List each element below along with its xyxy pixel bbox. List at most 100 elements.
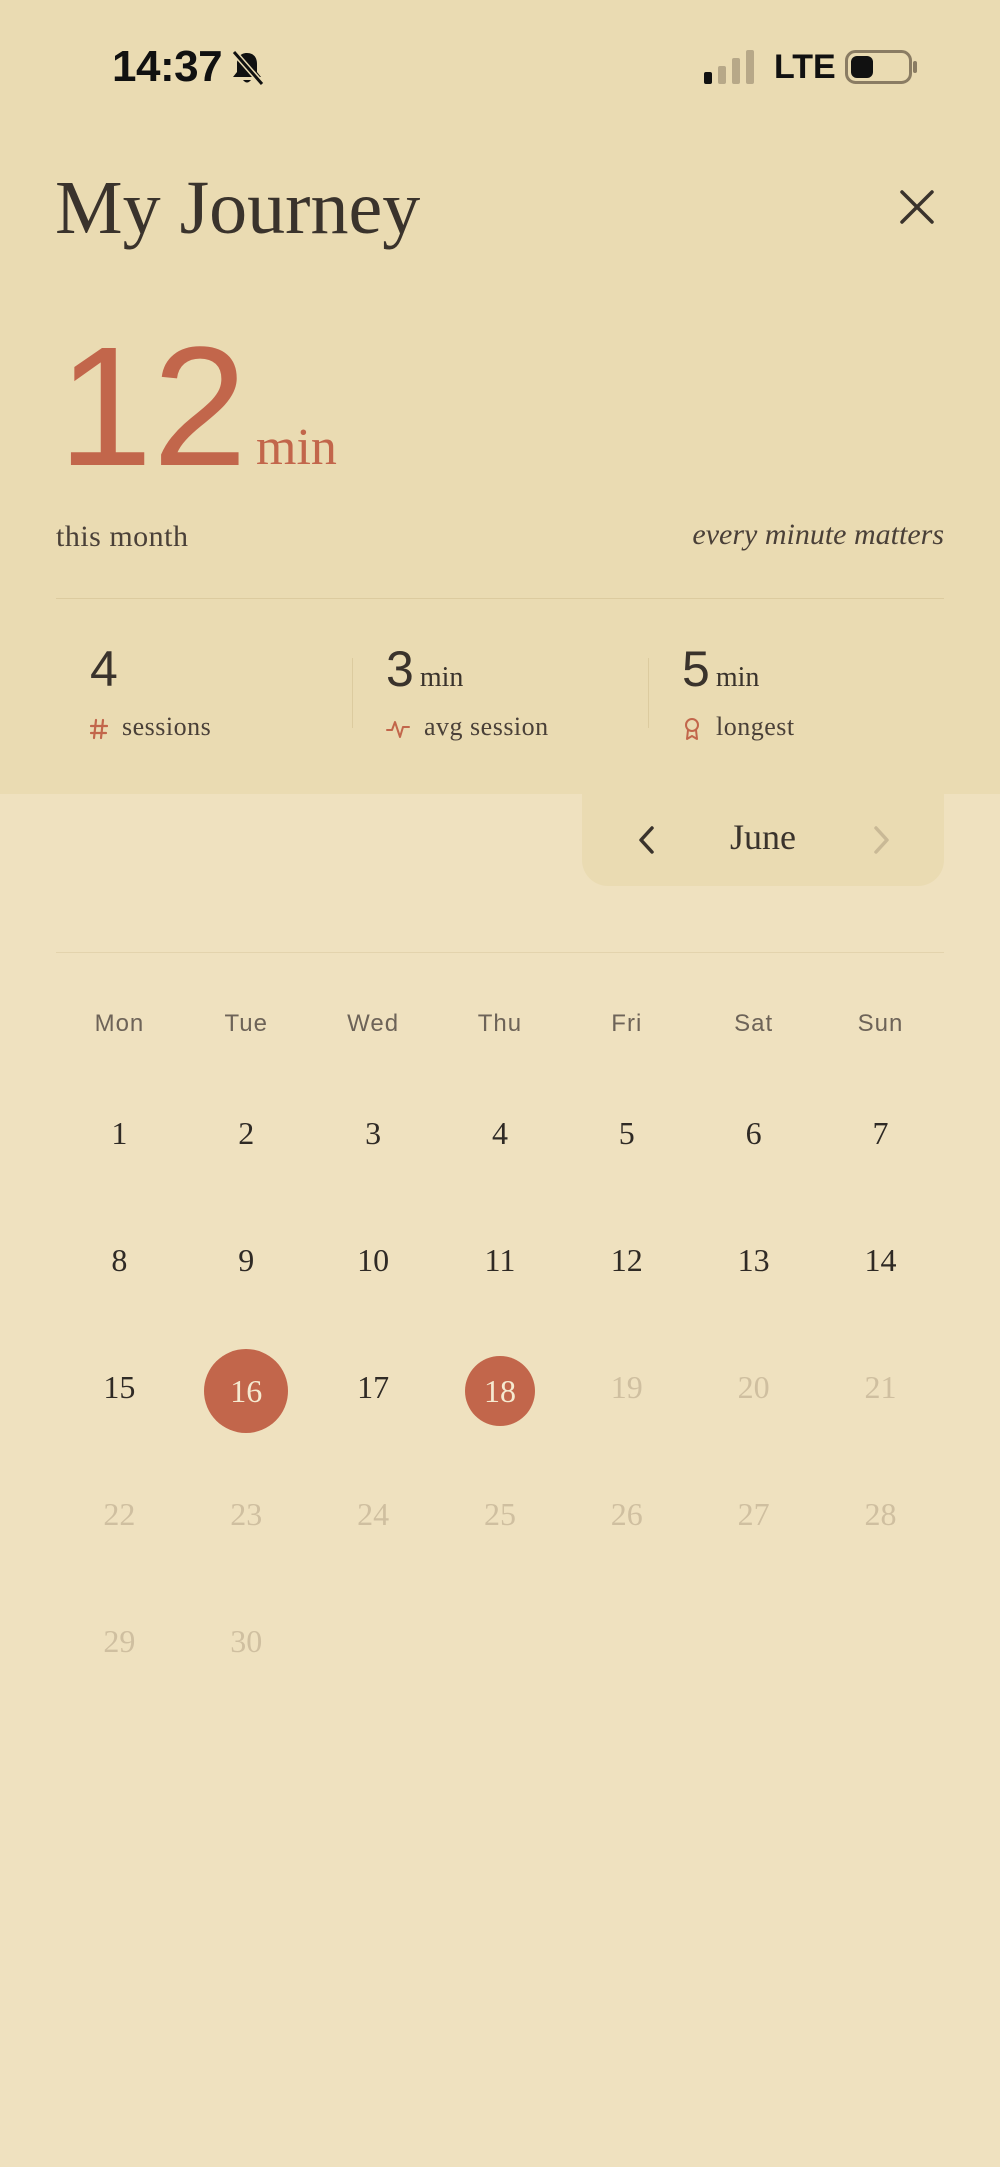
calendar-day[interactable]: 7 bbox=[817, 1070, 944, 1197]
calendar-empty-cell bbox=[310, 1578, 437, 1705]
weekday-label: Sun bbox=[857, 1010, 904, 1037]
calendar-day[interactable]: 11 bbox=[437, 1197, 564, 1324]
stat-longest: 5 min longest bbox=[682, 640, 794, 741]
calendar-day[interactable]: 9 bbox=[183, 1197, 310, 1324]
day-number: 5 bbox=[618, 1115, 635, 1151]
close-icon[interactable] bbox=[890, 180, 944, 234]
calendar-day: 19 bbox=[563, 1324, 690, 1451]
day-number: 7 bbox=[872, 1115, 889, 1151]
activity-icon bbox=[386, 721, 410, 739]
calendar-day[interactable]: 6 bbox=[690, 1070, 817, 1197]
stat-label-text: longest bbox=[716, 712, 795, 741]
weekday-header: Mon Tue Wed Thu Fri Sat Sun bbox=[56, 1000, 944, 1048]
weeks-container: 1 2 3 4 5 6 7 8 9 10 11 12 13 14 15 16 17 18 19 20 21 22 23 24 2… bbox=[56, 1070, 944, 1705]
day-number: 29 bbox=[103, 1623, 136, 1659]
calendar-day: 21 bbox=[817, 1324, 944, 1451]
status-time: 14:37 bbox=[112, 42, 223, 91]
page-title: My Journey bbox=[55, 166, 421, 250]
calendar-day: 29 bbox=[56, 1578, 183, 1705]
day-number: 17 bbox=[357, 1369, 390, 1405]
calendar-day[interactable]: 5 bbox=[563, 1070, 690, 1197]
day-number: 3 bbox=[365, 1115, 382, 1151]
calendar-empty-cell bbox=[817, 1578, 944, 1705]
calendar-day: 28 bbox=[817, 1451, 944, 1578]
divider bbox=[352, 658, 353, 728]
day-number: 23 bbox=[230, 1496, 263, 1532]
calendar-day[interactable]: 16 bbox=[183, 1324, 310, 1451]
divider bbox=[56, 598, 944, 599]
day-number: 28 bbox=[864, 1496, 897, 1532]
chevron-right-icon[interactable] bbox=[864, 822, 896, 858]
day-number: 30 bbox=[230, 1623, 263, 1659]
stat-value: 3 bbox=[386, 641, 414, 697]
calendar-empty-cell bbox=[563, 1578, 690, 1705]
network-type: LTE bbox=[774, 48, 836, 86]
weekday-label: Wed bbox=[347, 1010, 400, 1037]
calendar-day[interactable]: 14 bbox=[817, 1197, 944, 1324]
calendar-day: 22 bbox=[56, 1451, 183, 1578]
calendar-day: 20 bbox=[690, 1324, 817, 1451]
calendar-day[interactable]: 10 bbox=[310, 1197, 437, 1324]
day-number: 1 bbox=[111, 1115, 128, 1151]
calendar-day[interactable]: 17 bbox=[310, 1324, 437, 1451]
bell-muted-icon bbox=[231, 50, 265, 86]
weekday-label: Fri bbox=[611, 1010, 643, 1037]
day-number: 4 bbox=[491, 1115, 508, 1151]
calendar-day[interactable]: 2 bbox=[183, 1070, 310, 1197]
calendar-empty-cell bbox=[690, 1578, 817, 1705]
calendar-day[interactable]: 13 bbox=[690, 1197, 817, 1324]
award-icon bbox=[685, 718, 699, 741]
stat-unit: min bbox=[715, 662, 760, 693]
total-minutes-unit: min bbox=[256, 419, 337, 476]
stat-value: 5 bbox=[682, 641, 710, 697]
day-number: 6 bbox=[745, 1115, 762, 1151]
day-number: 14 bbox=[864, 1242, 897, 1278]
calendar-empty-cell bbox=[437, 1578, 564, 1705]
calendar-week-row: 8 9 10 11 12 13 14 bbox=[56, 1197, 944, 1324]
weekday-label: Sat bbox=[734, 1010, 774, 1037]
active-day-marker: 18 bbox=[464, 1355, 535, 1426]
motto-text: every minute matters bbox=[692, 518, 944, 551]
calendar-day: 23 bbox=[183, 1451, 310, 1578]
month-navigator: June bbox=[582, 794, 944, 886]
day-number: 21 bbox=[864, 1369, 897, 1405]
day-number: 19 bbox=[610, 1369, 643, 1405]
stat-unit: min bbox=[419, 662, 464, 693]
divider bbox=[648, 658, 649, 728]
calendar-day: 26 bbox=[563, 1451, 690, 1578]
day-number: 11 bbox=[484, 1242, 516, 1278]
day-number: 15 bbox=[103, 1369, 136, 1405]
calendar-day[interactable]: 8 bbox=[56, 1197, 183, 1324]
weekday-label: Tue bbox=[224, 1010, 268, 1037]
day-number: 13 bbox=[737, 1242, 770, 1278]
calendar-grid: Mon Tue Wed Thu Fri Sat Sun 1 2 3 4 5 6 7 8 9 10 1… bbox=[56, 1000, 944, 1705]
battery-icon bbox=[845, 50, 917, 84]
day-number: 24 bbox=[357, 1496, 390, 1532]
calendar-day: 30 bbox=[183, 1578, 310, 1705]
calendar-day[interactable]: 1 bbox=[56, 1070, 183, 1197]
day-number: 22 bbox=[103, 1496, 136, 1532]
calendar-day: 24 bbox=[310, 1451, 437, 1578]
day-number: 10 bbox=[357, 1242, 390, 1278]
day-number: 8 bbox=[111, 1242, 128, 1278]
day-number: 2 bbox=[238, 1115, 255, 1151]
stat-label-text: avg session bbox=[424, 712, 549, 741]
day-number: 12 bbox=[610, 1242, 643, 1278]
total-minutes-value: 12 bbox=[58, 312, 248, 502]
weekday-label: Mon bbox=[94, 1010, 145, 1037]
calendar-day[interactable]: 12 bbox=[563, 1197, 690, 1324]
calendar-week-row: 29 30 bbox=[56, 1578, 944, 1705]
day-number: 20 bbox=[737, 1369, 770, 1405]
day-number: 27 bbox=[737, 1496, 770, 1532]
stat-avg-session: 3 min avg session bbox=[386, 640, 548, 741]
calendar-day[interactable]: 15 bbox=[56, 1324, 183, 1451]
calendar-day[interactable]: 3 bbox=[310, 1070, 437, 1197]
stat-value: 4 bbox=[90, 641, 118, 697]
calendar-week-row: 1 2 3 4 5 6 7 bbox=[56, 1070, 944, 1197]
signal-icon bbox=[704, 50, 754, 84]
calendar-day[interactable]: 18 bbox=[437, 1324, 564, 1451]
stat-sessions: 4 sessions bbox=[89, 640, 211, 741]
calendar-week-row: 15 16 17 18 19 20 21 bbox=[56, 1324, 944, 1451]
calendar-day[interactable]: 4 bbox=[437, 1070, 564, 1197]
stat-label-text: sessions bbox=[122, 712, 212, 741]
